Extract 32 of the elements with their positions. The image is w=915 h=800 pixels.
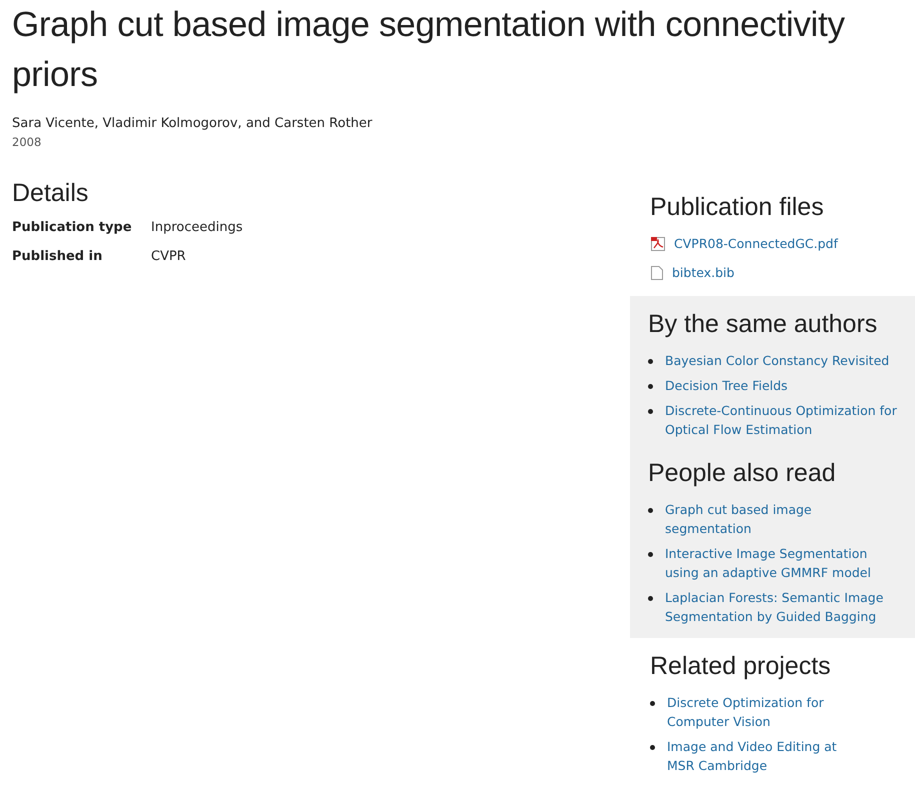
related-link[interactable]: Discrete-Continuous Optimization for Optical Flow Estimation <box>665 401 900 439</box>
bullet-icon <box>648 384 653 389</box>
section-heading: People also read <box>648 459 837 488</box>
bullet-icon <box>650 701 655 706</box>
related-link[interactable]: Bayesian Color Constancy Revisited <box>665 351 890 370</box>
bullet-icon <box>648 552 653 557</box>
related-link[interactable]: Graph cut based image segmentation <box>665 500 900 538</box>
section-heading: By the same authors <box>648 310 878 339</box>
file-link[interactable]: bibtex.bib <box>672 263 734 282</box>
bullet-icon <box>648 596 653 601</box>
section-heading: Details <box>12 179 90 208</box>
bullet-icon <box>648 409 653 414</box>
related-link[interactable]: Laplacian Forests: Semantic Image Segmentation by Guided Bagging <box>665 588 900 626</box>
publication-year: 2008 <box>12 135 42 149</box>
related-link[interactable]: Decision Tree Fields <box>665 376 788 395</box>
bullet-icon <box>648 508 653 513</box>
related-link[interactable]: Discrete Optimization for Computer Vision <box>667 693 855 731</box>
section-heading: Publication files <box>650 193 825 222</box>
bullet-icon <box>648 359 653 364</box>
bullet-icon <box>650 745 655 750</box>
detail-value: Inproceedings <box>151 220 243 235</box>
related-link[interactable]: Image and Video Editing at MSR Cambridge <box>667 737 855 775</box>
file-link[interactable]: CVPR08-ConnectedGC.pdf <box>674 234 838 253</box>
page-title: Graph cut based image segmentation with connectivity priors <box>11 4 846 96</box>
author-list: Sara Vicente, Vladimir Kolmogorov, and Carsten Rother <box>12 116 915 131</box>
detail-label: Publication type <box>12 220 133 235</box>
related-link[interactable]: Interactive Image Segmentation using an adaptive GMMRF model <box>665 544 900 582</box>
section-heading: Related projects <box>650 652 832 681</box>
pdf-icon <box>650 236 666 252</box>
detail-value: CVPR <box>151 249 186 264</box>
file-icon <box>650 264 664 280</box>
detail-label: Published in <box>12 249 104 264</box>
